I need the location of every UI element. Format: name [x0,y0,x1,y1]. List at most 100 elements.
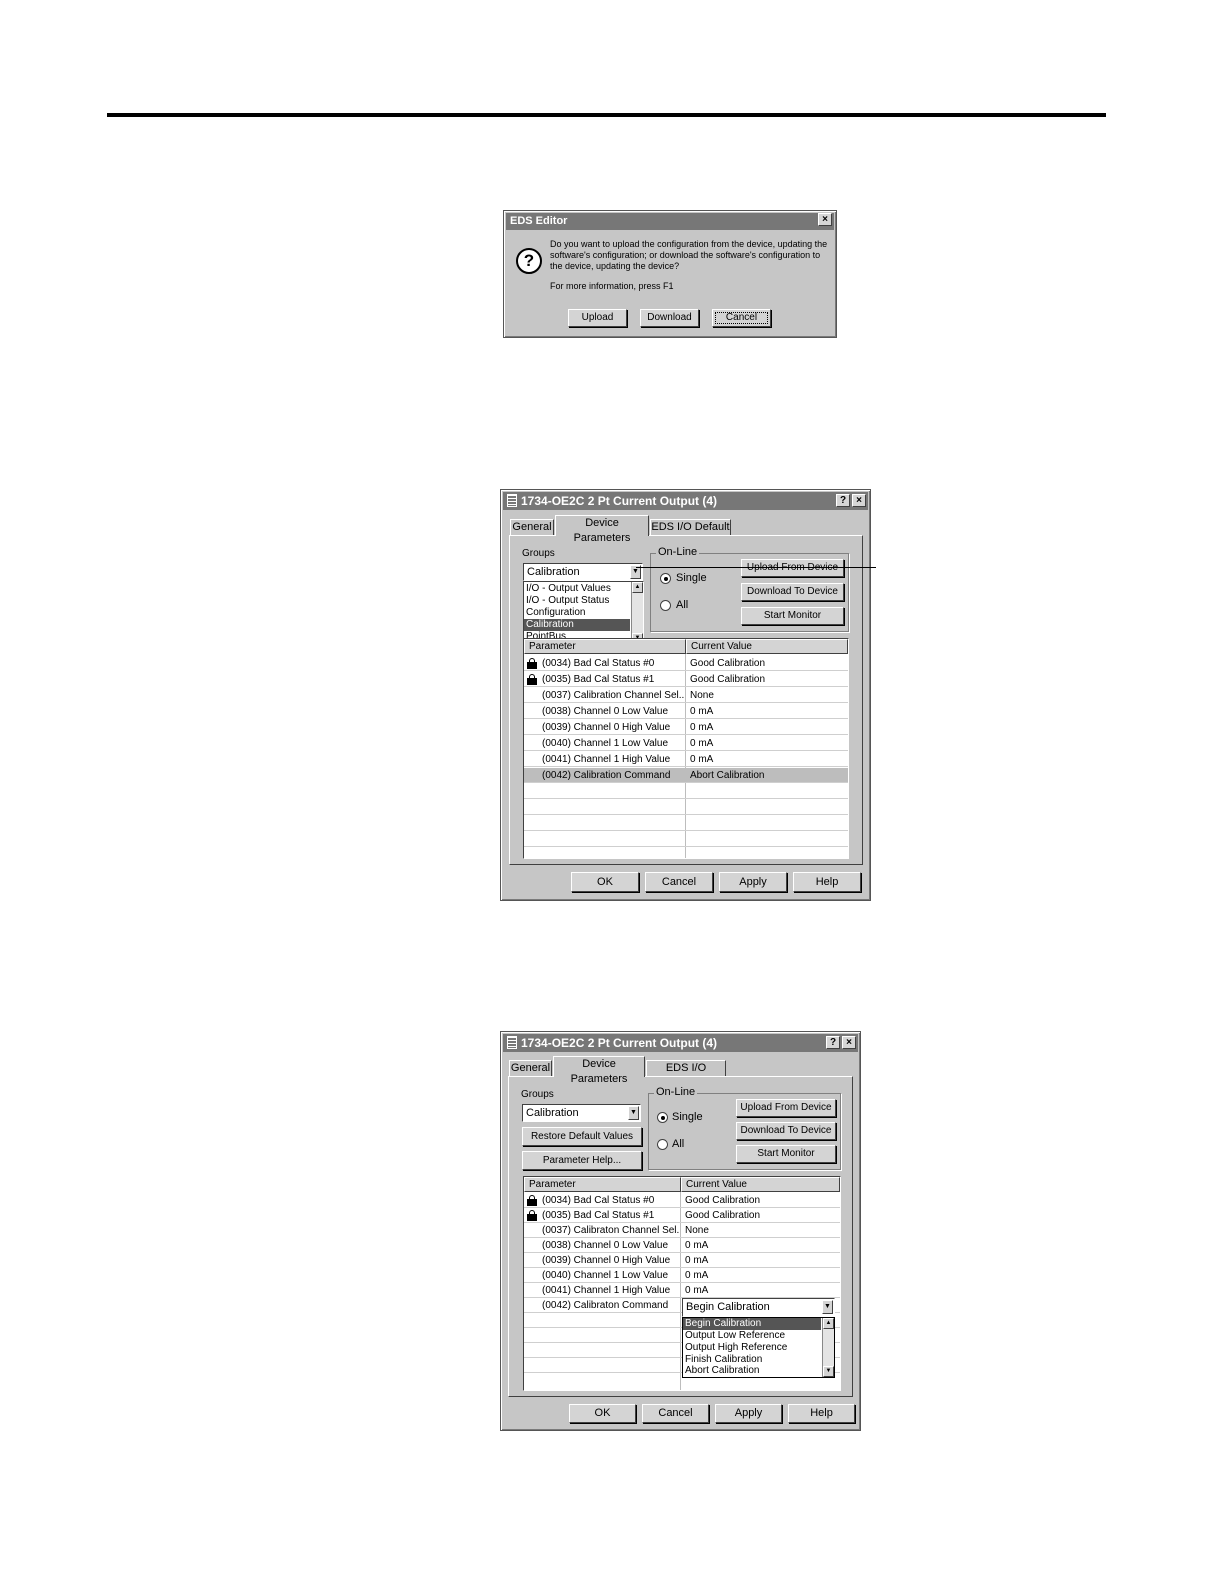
table-row[interactable]: (0039) Channel 0 High Value 0 mA [524,1253,840,1268]
cancel-button[interactable]: Cancel [645,872,713,892]
apply-button[interactable]: Apply [715,1404,782,1423]
calibration-command-option-selected[interactable]: Begin Calibration [683,1318,821,1330]
table-row[interactable]: (0034) Bad Cal Status #0 Good Calibratio… [524,1193,840,1208]
row-parameter: (0034) Bad Cal Status #0 [542,658,655,669]
row-parameter: (0038) Channel 0 Low Value [542,1240,669,1251]
row-parameter: (0042) Calibration Command [542,770,671,781]
radio-single[interactable] [657,1112,668,1123]
table-row[interactable]: (0035) Bad Cal Status #1 Good Calibratio… [524,672,848,687]
table-row[interactable]: (0040) Channel 1 Low Value 0 mA [524,1268,840,1283]
calibration-list-scrollbar[interactable]: ▲ ▼ [822,1318,834,1377]
row-parameter: (0035) Bad Cal Status #1 [542,1210,655,1221]
table-row[interactable]: (0037) Calibraton Channel Sel... None [524,1223,840,1238]
groups-option[interactable]: I/O - Output Values [524,583,630,595]
download-to-device-button[interactable]: Download To Device [736,1122,836,1140]
groups-option[interactable]: I/O - Output Status [524,595,630,607]
close-icon[interactable]: × [818,213,832,226]
row-value: 0 mA [685,1270,709,1281]
scroll-up-icon[interactable]: ▲ [632,582,643,593]
window1-title: 1734-OE2C 2 Pt Current Output (4) [521,494,718,508]
row-value: None [685,1225,709,1236]
calibration-command-option[interactable]: Abort Calibration [683,1365,821,1377]
table-row[interactable]: (0035) Bad Cal Status #1 Good Calibratio… [524,1208,840,1223]
radio-all-label: All [672,1138,685,1150]
upload-from-device-button[interactable]: Upload From Device [736,1099,836,1117]
scroll-up-icon[interactable]: ▲ [823,1318,834,1329]
table-row[interactable]: (0037) Calibration Channel Sel... None [524,688,848,703]
column-header-parameter[interactable]: Parameter [524,1177,681,1192]
window-menu-icon[interactable] [507,1036,517,1049]
eds-message-line-1: Do you want to upload the configuration … [550,239,828,249]
tab-general[interactable]: General [510,519,554,535]
row-value: None [690,690,714,701]
eds-message-line-3: the device, updating the device? [550,261,680,271]
device-properties-window-2: 1734-OE2C 2 Pt Current Output (4) ? × Ge… [500,1031,861,1431]
tab-device-parameters[interactable]: Device Parameters [555,515,649,544]
start-monitor-button[interactable]: Start Monitor [736,1145,836,1163]
tab-device-parameters[interactable]: Device Parameters [553,1056,645,1085]
ok-button[interactable]: OK [569,1404,636,1423]
table-row[interactable]: (0038) Channel 0 Low Value 0 mA [524,1238,840,1253]
ok-button[interactable]: OK [571,872,639,892]
table-row[interactable]: (0039) Channel 0 High Value 0 mA [524,720,848,735]
tab-eds-io-default[interactable]: EDS I/O Default [646,1060,726,1089]
groups-option-selected[interactable]: Calibration [524,619,630,631]
cancel-button[interactable]: Cancel [642,1404,709,1423]
table-row[interactable]: (0038) Channel 0 Low Value 0 mA [524,704,848,719]
row-value: 0 mA [690,722,714,733]
help-icon[interactable]: ? [826,1036,840,1049]
calibration-command-option[interactable]: Output High Reference [683,1342,821,1354]
column-header-parameter[interactable]: Parameter [524,639,686,654]
close-icon[interactable]: × [852,494,866,507]
eds-help-hint: For more information, press F1 [550,281,674,291]
help-button[interactable]: Help [788,1404,855,1423]
table-row[interactable]: (0041) Channel 1 High Value 0 mA [524,1283,840,1298]
upload-from-device-button[interactable]: Upload From Device [741,559,844,577]
row-parameter: (0041) Channel 1 High Value [542,1285,671,1296]
chevron-down-icon[interactable]: ▼ [628,1106,639,1120]
table-row[interactable]: (0040) Channel 1 Low Value 0 mA [524,736,848,751]
groups-dropdown[interactable]: Calibration ▼ [522,1104,641,1122]
radio-all[interactable] [660,600,671,611]
groups-dropdown[interactable]: Calibration ▼ [523,563,643,581]
calibration-command-option[interactable]: Output Low Reference [683,1330,821,1342]
scroll-down-icon[interactable]: ▼ [823,1366,834,1377]
restore-default-values-button[interactable]: Restore Default Values [522,1127,642,1146]
eds-editor-title-bar: EDS Editor [506,213,834,230]
window-menu-icon[interactable] [507,494,517,507]
tab-eds-io-default[interactable]: EDS I/O Default [650,519,731,535]
online-group-label: On-Line [654,1086,698,1098]
row-parameter: (0035) Bad Cal Status #1 [542,674,655,685]
radio-single[interactable] [660,573,671,584]
parameter-help-button[interactable]: Parameter Help... [522,1151,642,1170]
table-row[interactable]: (0041) Channel 1 High Value 0 mA [524,752,848,767]
table-row-selected[interactable]: (0042) Calibration Command Abort Calibra… [524,768,848,783]
table-row[interactable]: (0034) Bad Cal Status #0 Good Calibratio… [524,656,848,671]
row-parameter: (0037) Calibraton Channel Sel... [542,1225,680,1236]
online-group-label: On-Line [656,546,700,558]
help-button[interactable]: Help [793,872,861,892]
row-value: Good Calibration [690,674,766,685]
groups-label: Groups [522,548,555,559]
device-parameters-panel: Groups Calibration ▼ Restore Default Val… [508,1076,853,1397]
close-icon[interactable]: × [842,1036,856,1049]
groups-selected-value: Calibration [526,1107,579,1119]
column-header-current-value[interactable]: Current Value [681,1177,840,1192]
apply-button[interactable]: Apply [719,872,787,892]
upload-button[interactable]: Upload [568,309,627,327]
start-monitor-button[interactable]: Start Monitor [741,607,844,625]
radio-all[interactable] [657,1139,668,1150]
chevron-down-icon[interactable]: ▼ [822,1300,833,1314]
download-to-device-button[interactable]: Download To Device [741,583,844,601]
lock-icon [527,674,537,685]
cancel-button[interactable]: Cancel [712,309,771,327]
help-icon[interactable]: ? [836,494,850,507]
column-header-current-value[interactable]: Current Value [686,639,848,654]
calibration-command-dropdown[interactable]: Begin Calibration ▼ [682,1298,835,1317]
groups-option[interactable]: Configuration [524,607,630,619]
download-button[interactable]: Download [640,309,699,327]
groups-list-scrollbar[interactable]: ▲ ▼ [631,582,643,644]
groups-selected-value: Calibration [527,566,580,578]
tab-general[interactable]: General [509,1060,552,1076]
row-parameter: (0039) Channel 0 High Value [542,722,671,733]
